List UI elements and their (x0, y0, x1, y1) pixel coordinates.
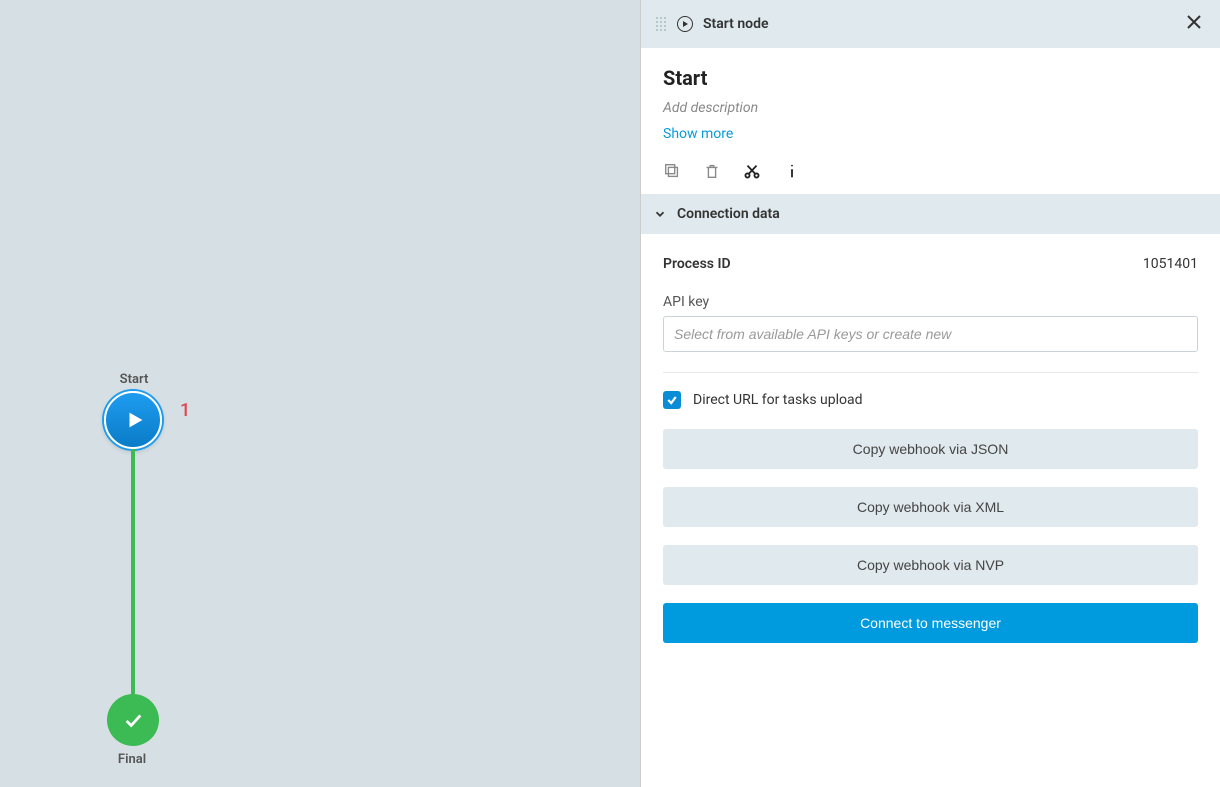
drag-handle-icon[interactable] (655, 16, 667, 32)
cut-icon[interactable] (743, 162, 761, 180)
panel-header-title: Start node (703, 16, 1172, 32)
process-id-row: Process ID 1051401 (663, 256, 1198, 272)
connection-data-body: Process ID 1051401 API key Direct URL fo… (641, 234, 1220, 671)
copy-webhook-json-button[interactable]: Copy webhook via JSON (663, 429, 1198, 469)
description-placeholder[interactable]: Add description (663, 100, 1198, 116)
divider (663, 372, 1198, 373)
direct-url-checkbox[interactable] (663, 391, 681, 409)
api-key-label: API key (663, 294, 1198, 310)
copy-icon[interactable] (663, 162, 681, 180)
panel-toolbar (663, 162, 1198, 180)
start-node[interactable] (104, 391, 162, 449)
start-node-label: Start (84, 372, 184, 387)
panel-header: Start node (641, 0, 1220, 48)
node-edge (131, 449, 135, 694)
copy-webhook-nvp-button[interactable]: Copy webhook via NVP (663, 545, 1198, 585)
side-panel: Start node Start Add description Show mo… (640, 0, 1220, 787)
final-node[interactable] (107, 694, 159, 746)
process-id-label: Process ID (663, 256, 731, 272)
info-icon[interactable] (783, 162, 801, 180)
callout-1: 1 (180, 400, 190, 421)
process-id-value: 1051401 (1143, 256, 1198, 272)
check-icon (666, 394, 678, 406)
start-node-icon (677, 16, 693, 32)
trash-icon[interactable] (703, 162, 721, 180)
connect-messenger-button[interactable]: Connect to messenger (663, 603, 1198, 643)
section-title: Connection data (677, 206, 780, 222)
direct-url-label: Direct URL for tasks upload (693, 392, 863, 408)
panel-title: Start (663, 66, 1198, 90)
play-icon (124, 409, 146, 431)
show-more-link[interactable]: Show more (663, 126, 1198, 142)
copy-webhook-xml-button[interactable]: Copy webhook via XML (663, 487, 1198, 527)
close-button[interactable] (1182, 10, 1206, 38)
connection-data-header[interactable]: Connection data (641, 194, 1220, 234)
chevron-down-icon (653, 207, 667, 221)
final-node-label: Final (82, 752, 182, 767)
workflow-canvas[interactable]: Start Final 1 (0, 0, 640, 787)
check-icon (122, 709, 144, 731)
api-key-select[interactable] (663, 316, 1198, 352)
close-icon (1186, 14, 1202, 30)
